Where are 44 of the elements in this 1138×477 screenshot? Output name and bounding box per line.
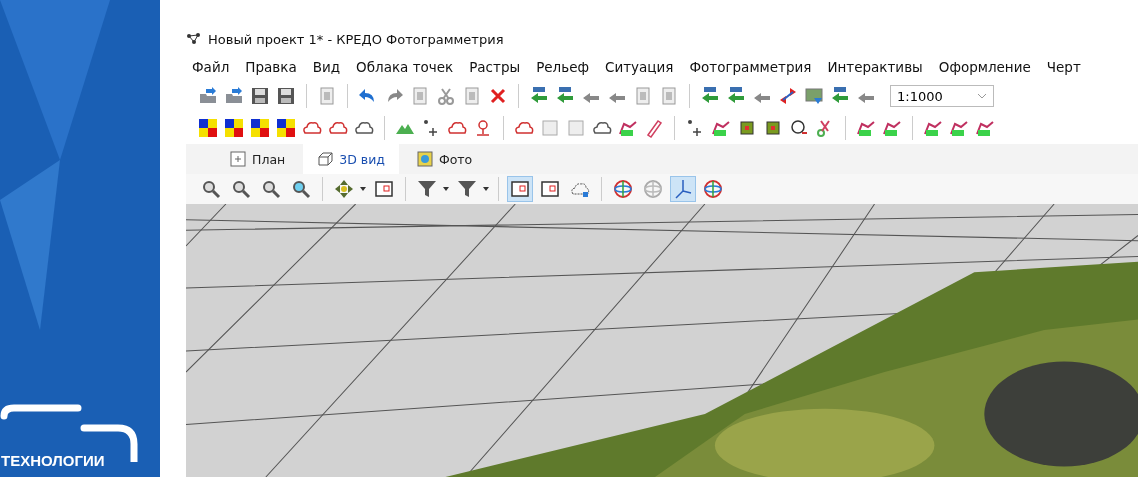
view-tab[interactable]: 3D вид (303, 144, 399, 174)
caret-icon[interactable] (482, 185, 490, 193)
menu-item[interactable]: Облака точек (356, 59, 454, 75)
view-tab[interactable]: Фото (402, 144, 487, 174)
color-squares-icon[interactable] (250, 118, 270, 138)
close-icon[interactable] (488, 86, 508, 106)
cube-icon (317, 151, 334, 167)
axis-icon[interactable] (670, 176, 696, 202)
folder-icon[interactable] (198, 86, 218, 106)
export-arrow-icon[interactable] (830, 86, 850, 106)
export-arrow-icon[interactable] (700, 86, 720, 106)
save-icon[interactable] (250, 86, 270, 106)
menu-item[interactable]: Файл (192, 59, 230, 75)
menu-item[interactable]: Черт (1046, 59, 1081, 75)
menu-item[interactable]: Вид (312, 59, 341, 75)
color-squares-icon[interactable] (198, 118, 218, 138)
pencil-icon[interactable] (644, 118, 664, 138)
menu-item[interactable]: Фотограмметрия (689, 59, 812, 75)
logo-text: ТЕХНОЛОГИИ (0, 452, 106, 471)
menu-item[interactable]: Растры (469, 59, 521, 75)
app-icon (186, 33, 202, 45)
menu-item[interactable]: Оформление (938, 59, 1031, 75)
caret-icon[interactable] (442, 185, 450, 193)
plus-frame-icon (230, 151, 246, 167)
menu-item[interactable]: Рельеф (536, 59, 590, 75)
view-tab[interactable]: План (216, 144, 300, 174)
photo-icon (416, 151, 433, 167)
swap-arrows-icon[interactable] (778, 86, 798, 106)
square-icon[interactable] (763, 118, 783, 138)
square-icon[interactable] (737, 118, 757, 138)
scale-dropdown[interactable]: 1:1000 (890, 85, 994, 107)
menu-item[interactable]: Интерактивы (827, 59, 923, 75)
save-icon[interactable] (276, 86, 296, 106)
color-squares-icon[interactable] (224, 118, 244, 138)
picture-icon[interactable] (804, 86, 824, 106)
menu-item[interactable]: Ситуация (605, 59, 674, 75)
menu-item[interactable]: Правка (245, 59, 297, 75)
export-arrow-icon[interactable] (726, 86, 746, 106)
chevron-down-icon (977, 93, 987, 99)
color-squares-icon[interactable] (276, 118, 296, 138)
caret-icon[interactable] (359, 185, 367, 193)
folder-icon[interactable] (224, 86, 244, 106)
frame-icon[interactable] (507, 176, 533, 202)
window-title: Новый проект 1* - КРЕДО Фотограмметрия (208, 31, 504, 47)
